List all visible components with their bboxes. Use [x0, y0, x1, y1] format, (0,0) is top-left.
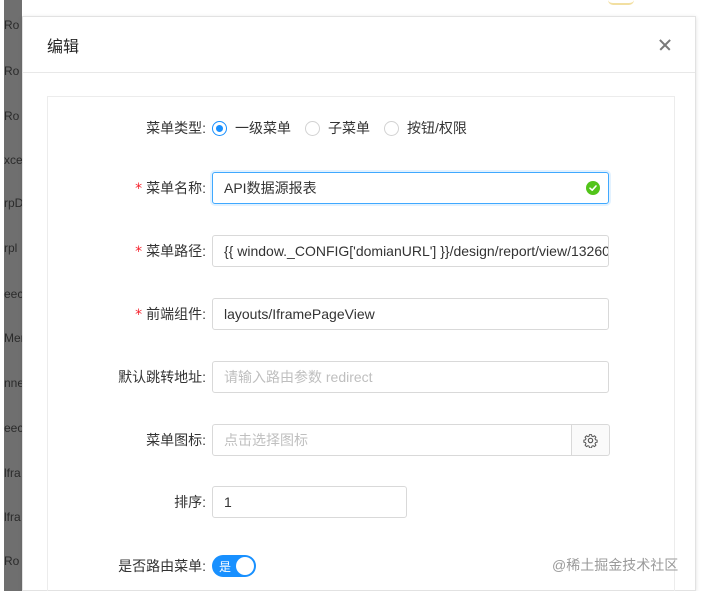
- required-mark: *: [135, 244, 143, 260]
- modal-header: 编辑: [23, 17, 695, 73]
- underlying-decoration: [608, 0, 634, 5]
- underlying-cell-text: xce: [4, 153, 22, 167]
- sort-input[interactable]: 1: [212, 486, 407, 518]
- menu-path-input[interactable]: {{ window._CONFIG['domianURL'] }}/design…: [212, 235, 609, 267]
- redirect-label: 默认跳转地址:: [118, 369, 206, 385]
- radio-sub-menu[interactable]: 子菜单: [305, 118, 370, 138]
- radio-unchecked-icon[interactable]: [305, 120, 320, 136]
- underlying-table-column: Ro Ro Ro xce rpD rpl eec Mer nne eec lfr…: [4, 0, 22, 591]
- underlying-cell-text: lfra: [4, 510, 21, 524]
- form-row-menu-name: * 菜单名称: API数据源报表: [48, 172, 676, 204]
- menu-icon-placeholder: 点击选择图标: [224, 432, 308, 448]
- radio-button-permission[interactable]: 按钮/权限: [384, 118, 467, 138]
- form-row-menu-path: * 菜单路径: {{ window._CONFIG['domianURL'] }}…: [48, 235, 676, 267]
- underlying-cell-text: lfra: [4, 466, 21, 480]
- menu-path-value: {{ window._CONFIG['domianURL'] }}/design…: [224, 243, 609, 259]
- required-mark: *: [135, 181, 143, 197]
- is-route-label: 是否路由菜单:: [118, 558, 206, 574]
- radio-label: 一级菜单: [235, 120, 291, 136]
- radio-label: 子菜单: [328, 120, 370, 136]
- switch-text: 是: [219, 559, 232, 574]
- underlying-cell-text: Ro: [4, 554, 20, 568]
- menu-name-label: * 菜单名称:: [56, 178, 206, 198]
- sort-label: 排序:: [174, 494, 206, 510]
- radio-unchecked-icon[interactable]: [384, 120, 399, 136]
- form-row-redirect: 默认跳转地址: 请输入路由参数 redirect: [48, 361, 676, 393]
- menu-icon-label: 菜单图标:: [146, 432, 206, 448]
- modal-title: 编辑: [47, 38, 80, 56]
- icon-picker-button[interactable]: [572, 424, 610, 456]
- menu-icon-input[interactable]: 点击选择图标: [212, 424, 572, 456]
- menu-name-label-text: 菜单名称:: [146, 180, 206, 196]
- menu-icon-picker: 点击选择图标: [212, 424, 610, 456]
- switch-knob: [236, 557, 254, 575]
- form-row-menu-icon: 菜单图标: 点击选择图标: [48, 424, 676, 456]
- underlying-cell-text: rpD: [4, 196, 22, 210]
- frontend-component-value: layouts/IframePageView: [224, 306, 375, 322]
- form-row-sort: 排序: 1: [48, 486, 676, 518]
- frontend-component-label: * 前端组件:: [56, 304, 206, 324]
- underlying-cell-text: eec: [4, 421, 22, 435]
- underlying-cell-text: eec: [4, 287, 22, 301]
- edit-menu-modal: 编辑 菜单类型: 一级菜单 子菜单 按钮/权限 * 菜单名称: API数据源报表…: [22, 16, 696, 591]
- close-icon[interactable]: [655, 34, 677, 56]
- menu-name-value: API数据源报表: [224, 180, 317, 196]
- underlying-cell-text: Mer: [4, 331, 22, 345]
- radio-top-level-menu[interactable]: 一级菜单: [212, 118, 291, 138]
- required-mark: *: [135, 307, 143, 323]
- check-circle-icon: [586, 181, 600, 195]
- underlying-cell-text: rpl: [4, 241, 18, 255]
- menu-type-radio-group: 一级菜单 子菜单 按钮/权限: [212, 118, 481, 138]
- menu-form: 菜单类型: 一级菜单 子菜单 按钮/权限 * 菜单名称: API数据源报表 * …: [47, 96, 675, 591]
- is-route-switch[interactable]: 是: [212, 555, 256, 577]
- watermark: @稀土掘金技术社区: [552, 557, 679, 573]
- radio-label: 按钮/权限: [407, 120, 467, 136]
- sort-value: 1: [224, 494, 232, 510]
- redirect-placeholder: 请输入路由参数 redirect: [224, 369, 373, 385]
- radio-checked-icon[interactable]: [212, 120, 227, 136]
- redirect-input[interactable]: 请输入路由参数 redirect: [212, 361, 609, 393]
- menu-name-input[interactable]: API数据源报表: [212, 172, 609, 204]
- form-row-frontend-component: * 前端组件: layouts/IframePageView: [48, 298, 676, 330]
- form-row-menu-type: 菜单类型: 一级菜单 子菜单 按钮/权限: [48, 117, 676, 139]
- frontend-component-input[interactable]: layouts/IframePageView: [212, 298, 609, 330]
- underlying-cell-text: Ro: [4, 109, 20, 123]
- underlying-cell-text: nne: [4, 376, 22, 390]
- underlying-cell-text: Ro: [4, 64, 20, 78]
- underlying-cell-text: Ro: [4, 18, 20, 32]
- menu-path-label-text: 菜单路径:: [146, 243, 206, 259]
- menu-path-label: * 菜单路径:: [56, 241, 206, 261]
- menu-type-label: 菜单类型:: [146, 120, 206, 136]
- gear-icon[interactable]: [583, 433, 598, 448]
- frontend-component-label-text: 前端组件:: [146, 306, 206, 322]
